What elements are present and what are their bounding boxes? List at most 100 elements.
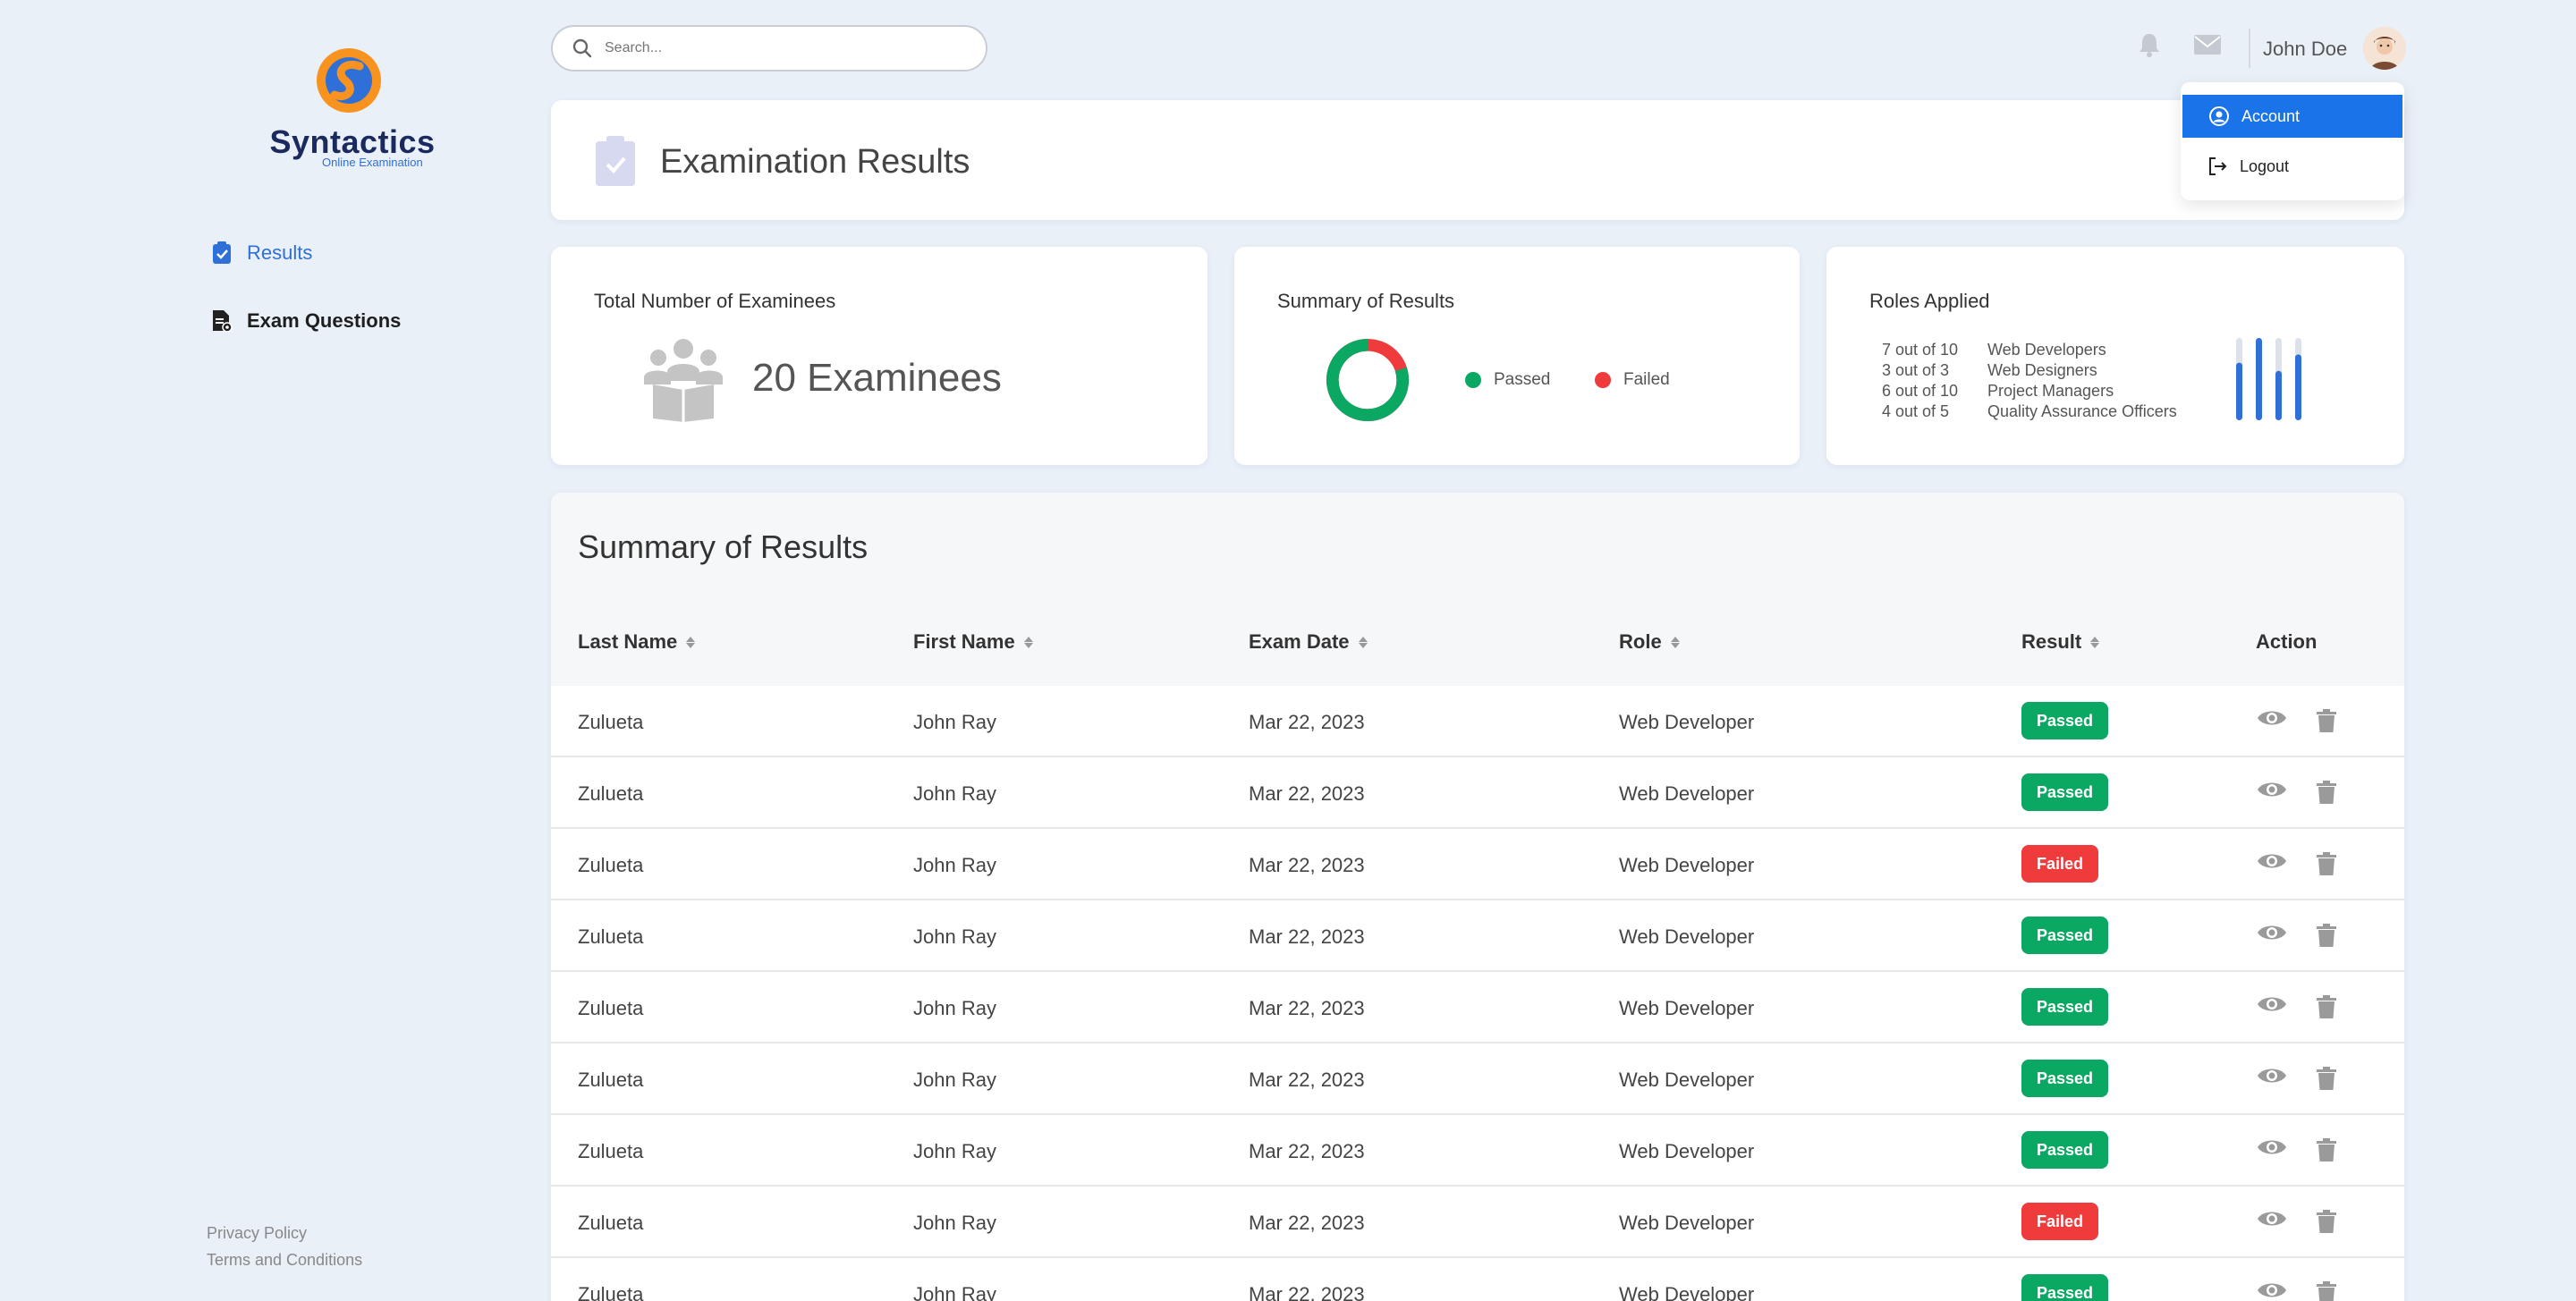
role-count: 7 out of 10 (1882, 341, 1959, 359)
donut-passed-slice (1326, 338, 1410, 422)
status-badge: Passed (2021, 1274, 2109, 1301)
view-eye-icon[interactable] (2256, 1280, 2288, 1301)
sidebar-item-label: Exam Questions (247, 309, 402, 332)
column-label: Last Name (578, 630, 678, 653)
column-label: Result (2021, 630, 2082, 653)
cell-last-name: Zulueta (578, 1140, 644, 1162)
avatar[interactable] (2363, 27, 2406, 70)
cell-last-name: Zulueta (578, 925, 644, 948)
legend-failed-label: Failed (1623, 370, 1670, 389)
user-avatar-icon (2363, 27, 2406, 70)
cell-last-name: Zulueta (578, 711, 644, 733)
status-badge: Passed (2021, 702, 2109, 739)
cell-last-name: Zulueta (578, 1212, 644, 1234)
syntactics-logo-icon (317, 48, 381, 113)
column-header-last-name[interactable]: Last Name (578, 630, 696, 654)
bell-icon[interactable] (2138, 32, 2161, 57)
mail-icon[interactable] (2193, 34, 2222, 55)
column-header-exam-date[interactable]: Exam Date (1249, 630, 1368, 654)
cell-first-name: John Ray (913, 854, 996, 876)
delete-trash-icon[interactable] (2317, 781, 2336, 808)
cell-first-name: John Ray (913, 925, 996, 948)
examinees-count: 20 Examinees (752, 356, 1002, 400)
delete-trash-icon[interactable] (2317, 1210, 2336, 1238)
view-eye-icon[interactable] (2256, 779, 2288, 805)
table-row: Zulueta John Ray Mar 22, 2023 Web Developer… (551, 1115, 2404, 1187)
legend-passed: Passed (1465, 370, 1550, 390)
delete-trash-icon[interactable] (2317, 709, 2336, 737)
status-badge: Failed (2021, 1203, 2099, 1240)
table-row: Zulueta John Ray Mar 22, 2023 Web Developer… (551, 1043, 2404, 1115)
page-header: Examination Results (551, 100, 2404, 220)
cell-exam-date: Mar 22, 2023 (1249, 1069, 1365, 1091)
column-label: Role (1619, 630, 1662, 653)
summary-card: Summary of Results Passed Failed (1234, 247, 1800, 465)
cell-last-name: Zulueta (578, 854, 644, 876)
cell-exam-date: Mar 22, 2023 (1249, 782, 1365, 805)
search-input[interactable] (605, 40, 945, 56)
examinees-title: Total Number of Examinees (594, 290, 836, 312)
column-label: First Name (913, 630, 1015, 653)
cell-exam-date: Mar 22, 2023 (1249, 925, 1365, 948)
legend-failed: Failed (1595, 370, 1670, 390)
view-eye-icon[interactable] (2256, 1136, 2288, 1162)
view-eye-icon[interactable] (2256, 850, 2288, 876)
cell-role: Web Developer (1619, 854, 1755, 876)
delete-trash-icon[interactable] (2317, 1067, 2336, 1094)
delete-trash-icon[interactable] (2317, 995, 2336, 1023)
column-header-role[interactable]: Role (1619, 630, 1680, 654)
role-name: Web Developers (1987, 341, 2106, 359)
search-bar (551, 25, 987, 72)
privacy-policy-link[interactable]: Privacy Policy (207, 1220, 362, 1246)
cell-first-name: John Ray (913, 1140, 996, 1162)
table-title: Summary of Results (578, 528, 869, 565)
view-eye-icon[interactable] (2256, 707, 2288, 733)
view-eye-icon[interactable] (2256, 1065, 2288, 1091)
cell-role: Web Developer (1619, 1069, 1755, 1091)
cell-first-name: John Ray (913, 1212, 996, 1234)
cell-last-name: Zulueta (578, 782, 644, 805)
sort-icon (686, 636, 696, 648)
column-header-first-name[interactable]: First Name (913, 630, 1033, 654)
topbar-divider (2249, 29, 2250, 68)
delete-trash-icon[interactable] (2317, 1138, 2336, 1166)
view-eye-icon[interactable] (2256, 993, 2288, 1019)
table-row: Zulueta John Ray Mar 22, 2023 Web Developer… (551, 1258, 2404, 1301)
user-name[interactable]: John Doe (2263, 38, 2347, 61)
status-badge: Passed (2021, 917, 2109, 954)
cell-first-name: John Ray (913, 782, 996, 805)
table-row: Zulueta John Ray Mar 22, 2023 Web Developer… (551, 972, 2404, 1043)
group-reading-icon (644, 339, 723, 422)
cell-role: Web Developer (1619, 1140, 1755, 1162)
delete-trash-icon[interactable] (2317, 1281, 2336, 1301)
view-eye-icon[interactable] (2256, 922, 2288, 948)
sort-icon (2090, 636, 2100, 648)
role-bar (2275, 370, 2282, 420)
brand-tagline: Online Examination (322, 156, 423, 169)
brand-logo[interactable]: Syntactics Online Examination (263, 46, 442, 172)
table-row: Zulueta John Ray Mar 22, 2023 Web Developer… (551, 757, 2404, 829)
cell-exam-date: Mar 22, 2023 (1249, 997, 1365, 1019)
sort-icon (1358, 636, 1368, 648)
dropdown-item-account[interactable]: Account (2182, 95, 2402, 138)
roles-row: 4 out of 5 Quality Assurance Officers (1882, 401, 2177, 422)
terms-link[interactable]: Terms and Conditions (207, 1246, 362, 1273)
cell-first-name: John Ray (913, 1283, 996, 1301)
passed-dot (1465, 372, 1481, 388)
column-label: Exam Date (1249, 630, 1350, 653)
top-icons (2138, 32, 2222, 57)
sidebar-item-results[interactable]: Results (211, 241, 312, 265)
view-eye-icon[interactable] (2256, 1208, 2288, 1234)
sidebar-item-exam-questions[interactable]: Exam Questions (211, 309, 401, 333)
delete-trash-icon[interactable] (2317, 852, 2336, 880)
status-badge: Passed (2021, 773, 2109, 811)
column-header-result[interactable]: Result (2021, 630, 2100, 654)
cell-role: Web Developer (1619, 925, 1755, 948)
delete-trash-icon[interactable] (2317, 924, 2336, 951)
role-name: Web Designers (1987, 361, 2097, 379)
status-badge: Failed (2021, 845, 2099, 883)
dropdown-item-logout[interactable]: Logout (2181, 145, 2404, 188)
sidebar-item-label: Results (247, 241, 313, 264)
footer-links: Privacy Policy Terms and Conditions (207, 1220, 362, 1273)
column-label: Action (2256, 630, 2318, 653)
